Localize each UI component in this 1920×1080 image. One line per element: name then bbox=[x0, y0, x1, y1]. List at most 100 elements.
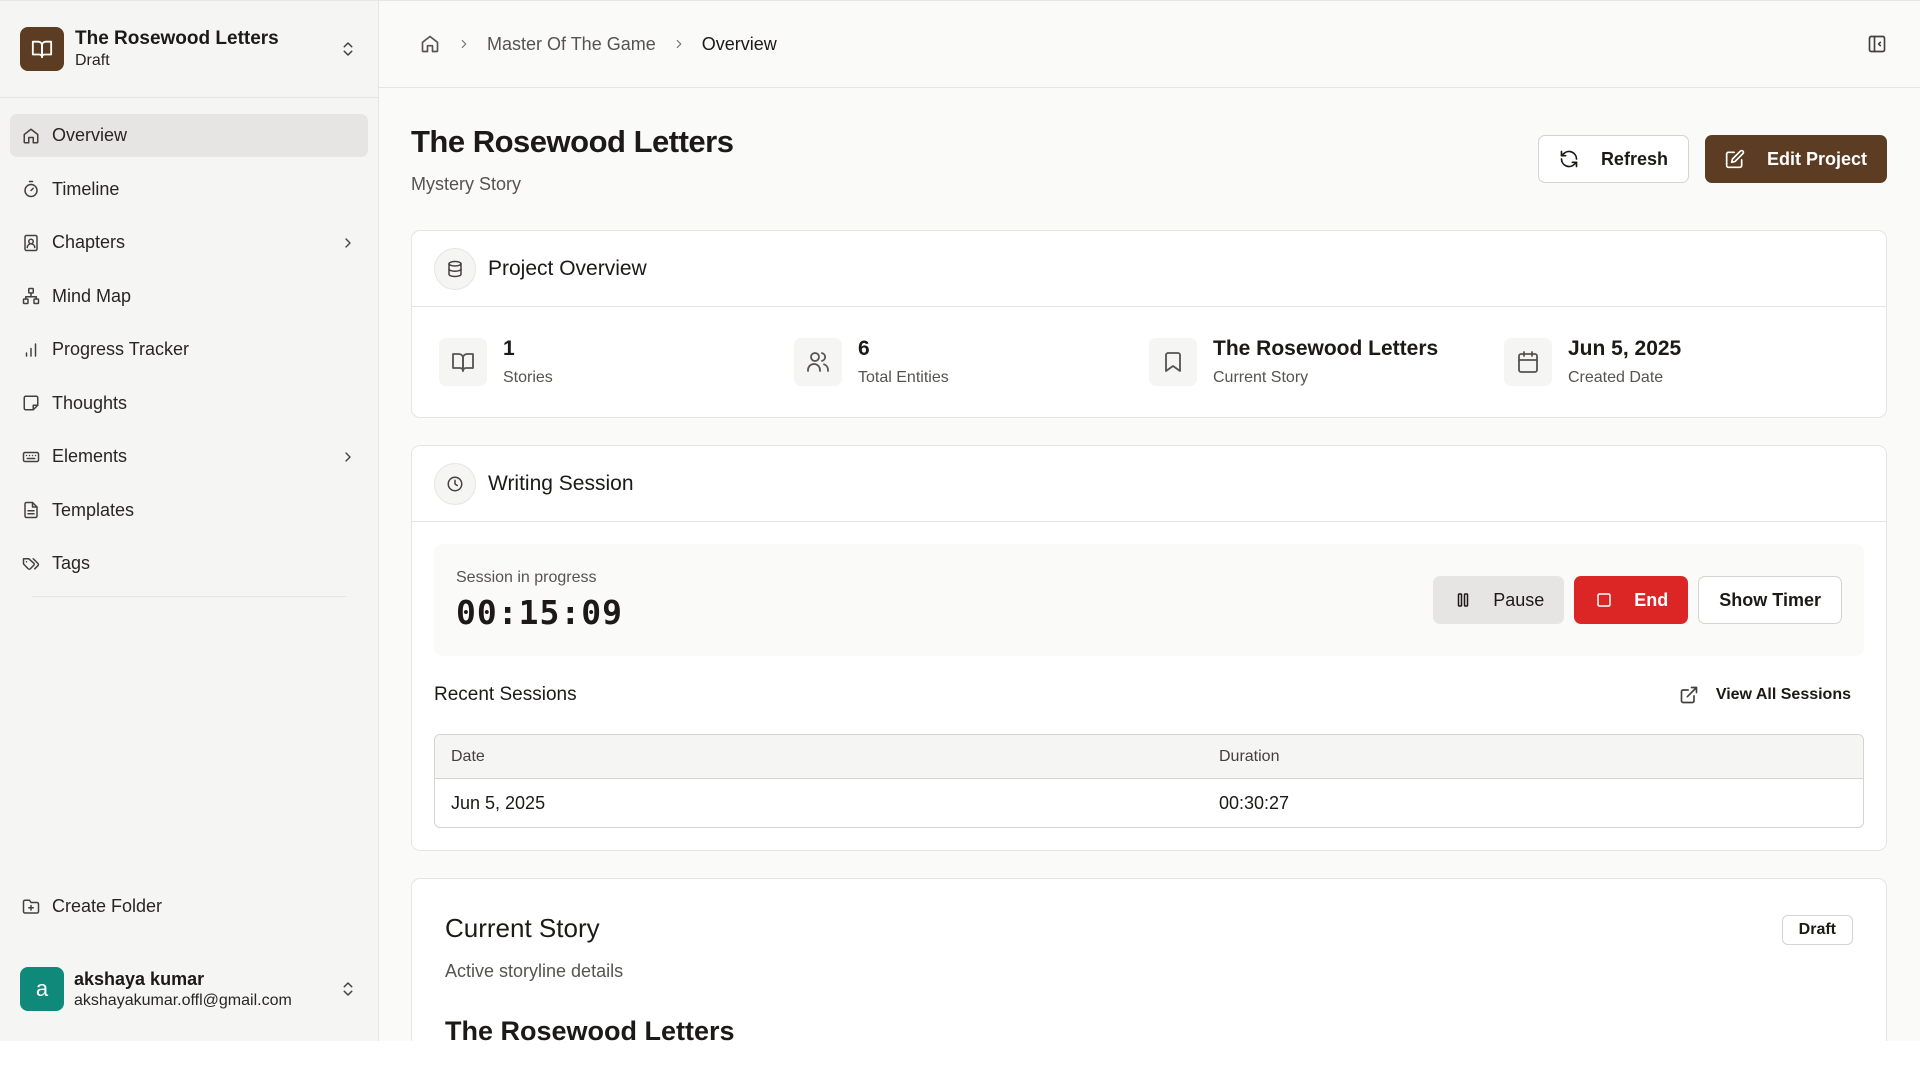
pause-label: Pause bbox=[1493, 589, 1545, 610]
project-overview-card: Project Overview 1 Stories 6 Total Entit… bbox=[411, 230, 1887, 418]
main-content: Master Of The Game Overview The Rosewood… bbox=[379, 1, 1920, 1041]
column-header-duration: Duration bbox=[1219, 747, 1280, 765]
stat-value: Jun 5, 2025 bbox=[1568, 337, 1682, 360]
user-email: akshayakumar.offl@gmail.com bbox=[74, 991, 292, 1009]
stat-text: 1 Stories bbox=[503, 337, 553, 387]
sidebar-item-label: Mind Map bbox=[52, 285, 132, 306]
app-window: The Rosewood Letters Draft Overview Time… bbox=[0, 0, 1920, 1041]
page-title: The Rosewood Letters bbox=[411, 124, 734, 159]
page-header: The Rosewood Letters Mystery Story Refre… bbox=[411, 88, 1887, 230]
sidebar-item-overview[interactable]: Overview bbox=[10, 114, 368, 157]
book-user-icon bbox=[21, 233, 41, 253]
external-link-icon bbox=[1678, 684, 1700, 706]
stat-label: Total Entities bbox=[858, 369, 949, 386]
table-header: Date Duration bbox=[435, 735, 1863, 779]
edit-icon bbox=[1725, 149, 1745, 169]
sidebar-footer: Create Folder a akshaya kumar akshayakum… bbox=[0, 885, 378, 1041]
sidebar-item-thoughts[interactable]: Thoughts bbox=[10, 382, 368, 425]
current-story-card: Current Story Draft Active storyline det… bbox=[411, 878, 1887, 1041]
project-info: The Rosewood Letters Draft bbox=[75, 28, 338, 70]
end-label: End bbox=[1634, 589, 1669, 610]
show-timer-button[interactable]: Show Timer bbox=[1698, 576, 1842, 624]
refresh-button[interactable]: Refresh bbox=[1537, 135, 1689, 183]
edit-project-label: Edit Project bbox=[1766, 148, 1867, 169]
stat-text: The Rosewood Letters Current Story bbox=[1213, 337, 1438, 387]
sidebar-item-chapters[interactable]: Chapters bbox=[10, 221, 368, 264]
breadcrumb: Master Of The Game Overview bbox=[419, 33, 1866, 55]
table-row[interactable]: Jun 5, 2025 00:30:27 bbox=[435, 779, 1863, 827]
stat-value: 1 bbox=[503, 337, 515, 360]
chevron-right-icon[interactable] bbox=[339, 448, 357, 466]
create-folder-button[interactable]: Create Folder bbox=[10, 885, 368, 928]
sidebar-item-label: Templates bbox=[52, 499, 135, 520]
edit-project-button[interactable]: Edit Project bbox=[1704, 135, 1887, 183]
end-button[interactable]: End bbox=[1574, 576, 1689, 624]
create-folder-label: Create Folder bbox=[52, 896, 163, 916]
sidebar-item-label: Progress Tracker bbox=[52, 339, 190, 359]
view-all-label: View All Sessions bbox=[1715, 686, 1851, 703]
recent-sessions-header: Recent Sessions View All Sessions bbox=[412, 656, 1886, 734]
book-icon bbox=[20, 27, 64, 71]
stat-label: Created Date bbox=[1568, 369, 1664, 386]
column-header-date: Date bbox=[451, 747, 485, 765]
chevrons-up-down-icon[interactable] bbox=[338, 39, 358, 59]
sidebar-item-label: Overview bbox=[52, 125, 128, 145]
stat-current-story: The Rosewood Letters Current Story bbox=[1149, 337, 1504, 387]
sidebar-item-label: Timeline bbox=[52, 178, 120, 199]
view-all-sessions-link[interactable]: View All Sessions bbox=[1678, 684, 1851, 706]
cell-date: Jun 5, 2025 bbox=[451, 792, 546, 813]
chevron-right-icon[interactable] bbox=[339, 234, 357, 252]
user-name: akshaya kumar bbox=[74, 968, 205, 989]
project-title: The Rosewood Letters bbox=[75, 28, 279, 49]
chevrons-up-down-icon[interactable] bbox=[338, 979, 358, 999]
recent-sessions-title: Recent Sessions bbox=[434, 684, 577, 705]
sidebar-item-progress-tracker[interactable]: Progress Tracker bbox=[10, 328, 368, 371]
sidebar-item-templates[interactable]: Templates bbox=[10, 489, 368, 532]
sidebar-item-label: Thoughts bbox=[52, 392, 128, 413]
sidebar-item-elements[interactable]: Elements bbox=[10, 435, 368, 478]
story-header: Current Story Draft bbox=[445, 913, 1853, 945]
book-open-icon bbox=[439, 338, 487, 386]
pause-icon bbox=[1453, 590, 1473, 610]
network-icon bbox=[21, 286, 41, 306]
file-text-icon bbox=[21, 500, 41, 520]
chevron-right-icon bbox=[457, 37, 471, 51]
stats-row: 1 Stories 6 Total Entities The Rosewood … bbox=[412, 307, 1886, 417]
writing-session-card: Writing Session Session in progress 00:1… bbox=[411, 445, 1887, 851]
calendar-icon bbox=[1504, 338, 1552, 386]
sidebar-item-mind-map[interactable]: Mind Map bbox=[10, 275, 368, 318]
cell-duration: 00:30:27 bbox=[1219, 792, 1290, 813]
stat-entities: 6 Total Entities bbox=[794, 337, 1149, 387]
stat-text: Jun 5, 2025 Created Date bbox=[1568, 337, 1681, 387]
stat-value: 6 bbox=[858, 337, 870, 360]
sidebar: The Rosewood Letters Draft Overview Time… bbox=[0, 1, 379, 1041]
stop-icon bbox=[1594, 590, 1614, 610]
stat-created-date: Jun 5, 2025 Created Date bbox=[1504, 337, 1859, 387]
page-subtitle: Mystery Story bbox=[411, 174, 522, 194]
keyboard-icon bbox=[21, 447, 41, 467]
home-icon[interactable] bbox=[419, 33, 441, 55]
bar-chart-icon bbox=[21, 340, 41, 360]
bookmark-icon bbox=[1149, 338, 1197, 386]
timer-icon bbox=[21, 179, 41, 199]
sidebar-item-label: Chapters bbox=[52, 232, 126, 252]
sidebar-item-label: Tags bbox=[52, 553, 91, 573]
divider bbox=[32, 595, 346, 597]
breadcrumb-parent[interactable]: Master Of The Game bbox=[487, 34, 656, 55]
project-switcher[interactable]: The Rosewood Letters Draft bbox=[0, 1, 378, 98]
project-status: Draft bbox=[75, 52, 110, 69]
card-title: Writing Session bbox=[488, 471, 634, 495]
story-name: The Rosewood Letters bbox=[445, 1016, 735, 1041]
stat-text: 6 Total Entities bbox=[858, 337, 949, 387]
sidebar-nav: Overview Timeline Chapters Mind Map Prog… bbox=[0, 98, 378, 885]
users-icon bbox=[794, 338, 842, 386]
card-title: Project Overview bbox=[488, 256, 647, 280]
panel-toggle-icon[interactable] bbox=[1866, 33, 1888, 55]
stat-label: Current Story bbox=[1213, 369, 1309, 386]
sidebar-item-timeline[interactable]: Timeline bbox=[10, 168, 368, 211]
user-menu[interactable]: a akshaya kumar akshayakumar.offl@gmail.… bbox=[10, 954, 368, 1024]
folder-plus-icon bbox=[21, 897, 41, 917]
pause-button[interactable]: Pause bbox=[1433, 576, 1565, 624]
sidebar-item-tags[interactable]: Tags bbox=[10, 542, 368, 585]
page-heading: The Rosewood Letters Mystery Story bbox=[411, 124, 1538, 195]
